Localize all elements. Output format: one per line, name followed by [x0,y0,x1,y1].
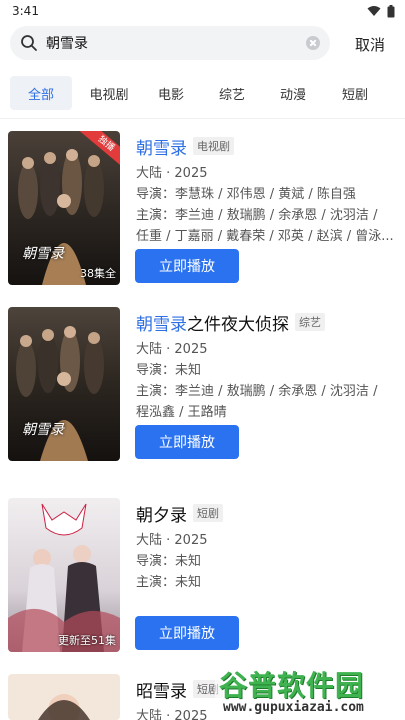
search-box[interactable] [10,26,330,60]
cancel-button[interactable]: 取消 [355,34,385,55]
episode-count: 38集全 [80,267,116,280]
poster-art [8,498,120,652]
status-icons [367,4,395,18]
play-button[interactable]: 立即播放 [135,425,239,459]
header-divider [0,118,405,119]
search-row: 取消 [0,24,405,64]
wifi-icon [367,6,381,16]
poster-image[interactable]: 朝雪录 [8,307,120,461]
poster-logo: 朝雪录 [22,422,64,438]
result-cast-cont: 任重 / 丁嘉丽 / 戴春荣 / 邓英 / 赵滨 / 曾泳... [136,229,394,244]
poster-image[interactable]: 更新至51集 [8,498,120,652]
tab-tv[interactable]: 电视剧 [78,76,140,110]
result-cast: 主演：未知 [136,575,202,590]
watermark-logo: 谷普软件园 [219,669,365,702]
result-item[interactable]: 独播 朝雪录 38集全 朝雪录 电视剧 大陆 · 2025 导演：李慧珠 / 邓… [0,131,405,291]
status-time: 3:41 [12,4,39,18]
poster-art [8,674,120,720]
play-button[interactable]: 立即播放 [135,616,239,650]
result-director: 导演：未知 [136,363,202,378]
tab-short-drama[interactable]: 短剧 [324,76,386,110]
episode-count: 更新至51集 [58,634,116,647]
result-title[interactable]: 昭雪录 [136,677,187,702]
result-item[interactable]: 更新至51集 朝夕录 短剧 大陆 · 2025 导演：未知 主演：未知 立即播放 [0,498,405,654]
result-item[interactable]: 朝雪录 朝雪录之件夜大侦探 综艺 大陆 · 2025 导演：未知 主演：李兰迪 … [0,307,405,467]
search-icon [21,35,37,51]
tab-all[interactable]: 全部 [10,76,72,110]
result-meta: 大陆 · 2025 [136,533,208,548]
result-title[interactable]: 朝雪录之件夜大侦探 [136,310,289,335]
result-info: 朝夕录 短剧 大陆 · 2025 导演：未知 主演：未知 [136,501,397,593]
tab-variety[interactable]: 综艺 [202,76,262,110]
result-title-row: 朝夕录 短剧 [136,501,397,526]
clear-icon[interactable] [306,36,320,50]
result-title-row: 朝雪录之件夜大侦探 综艺 [136,310,397,335]
result-title-row: 朝雪录 电视剧 [136,134,397,159]
tab-anime[interactable]: 动漫 [262,76,324,110]
result-info: 朝雪录之件夜大侦探 综艺 大陆 · 2025 导演：未知 主演：李兰迪 / 敖瑞… [136,310,397,423]
tab-movie[interactable]: 电影 [140,76,202,110]
result-cast: 主演：李兰迪 / 敖瑞鹏 / 余承恩 / 沈羽洁 / [136,384,378,399]
type-badge: 短剧 [193,504,223,522]
result-director: 导演：李慧珠 / 邓伟恩 / 黄斌 / 陈自强 [136,187,356,202]
status-bar: 3:41 [0,0,405,22]
poster-logo: 朝雪录 [22,246,64,262]
result-director: 导演：未知 [136,554,202,569]
battery-icon [387,4,395,17]
watermark-url: www.gupuxiazai.com [223,700,364,715]
result-meta: 大陆 · 2025 [136,342,208,357]
result-title[interactable]: 朝雪录 [136,134,187,159]
result-title[interactable]: 朝夕录 [136,501,187,526]
type-badge: 综艺 [295,313,325,331]
result-meta: 大陆 · 2025 [136,166,208,181]
poster-image[interactable]: 独播 朝雪录 38集全 [8,131,120,285]
result-cast: 主演：李兰迪 / 敖瑞鹏 / 余承恩 / 沈羽洁 / [136,208,378,223]
result-info: 朝雪录 电视剧 大陆 · 2025 导演：李慧珠 / 邓伟恩 / 黄斌 / 陈自… [136,134,397,247]
result-cast-cont: 程泓鑫 / 王路晴 [136,405,227,420]
watermark: 谷普软件园 www.gupuxiazai.com [215,662,405,720]
category-tabs: 全部 电视剧 电影 综艺 动漫 短剧 [0,76,405,110]
type-badge: 电视剧 [193,137,234,155]
poster-image[interactable] [8,674,120,720]
search-input[interactable] [46,35,306,51]
play-button[interactable]: 立即播放 [135,249,239,283]
